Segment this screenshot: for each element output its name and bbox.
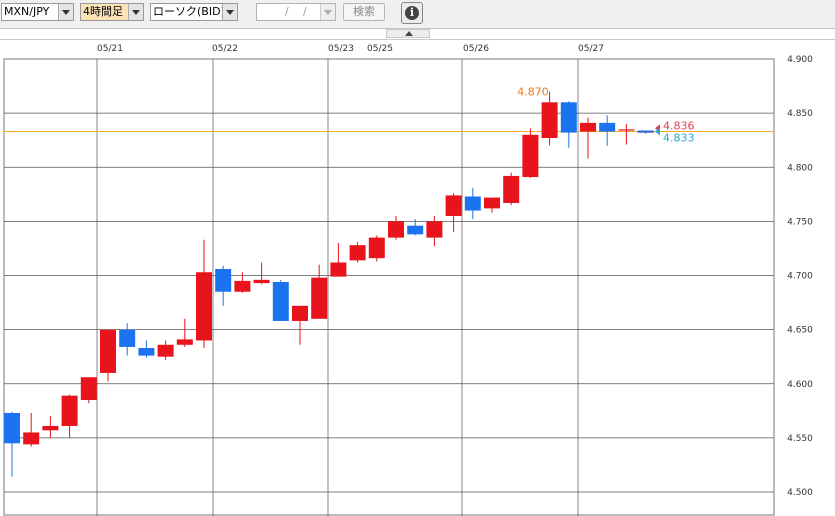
candle-body [42, 425, 59, 431]
candle-body [330, 262, 347, 277]
candle-body [272, 281, 289, 321]
x-tick-label: 05/22 [212, 44, 238, 54]
candle-body [61, 395, 78, 426]
candle-body [599, 122, 616, 132]
candle-body [4, 412, 20, 444]
y-tick-label: 4.650 [787, 326, 813, 336]
candle-body [253, 279, 270, 284]
candle-body [618, 129, 635, 131]
candle-body [541, 102, 558, 139]
candle-body [234, 280, 251, 292]
candle-body [196, 272, 212, 341]
candle-body [100, 329, 116, 373]
candle-body [445, 195, 462, 216]
candle-body [311, 277, 328, 319]
candle-body [407, 225, 424, 235]
candle-body [292, 305, 308, 321]
y-tick-label: 4.600 [787, 380, 813, 390]
x-tick-label: 05/23 [328, 44, 354, 54]
y-tick-label: 4.500 [787, 488, 813, 498]
x-tick-label: 05/25 [367, 44, 393, 54]
candle-body [580, 122, 596, 132]
high-price-label: 4.870 [517, 85, 549, 98]
ask-price-label: 4.836 [663, 119, 695, 132]
bid-price-label: 4.833 [663, 132, 695, 145]
candle-body [368, 237, 385, 259]
y-tick-label: 4.850 [787, 109, 813, 119]
candle-body [23, 432, 40, 445]
y-tick-label: 4.550 [787, 434, 813, 444]
candle-body [503, 175, 520, 203]
y-tick-label: 4.800 [787, 163, 813, 173]
candle-body [349, 245, 366, 261]
candle-body [176, 339, 193, 345]
x-tick-label: 05/26 [463, 44, 489, 54]
candle-body [560, 102, 577, 133]
candle-body [522, 134, 539, 177]
candlestick-chart: 05/21 05/22 05/23 05/25 05/26 05/27 4.900 4.850… [0, 39, 835, 516]
candle-body [119, 329, 136, 347]
candle-body [157, 344, 174, 357]
y-tick-label: 4.750 [787, 217, 813, 227]
x-tick-label: 05/21 [97, 44, 123, 54]
y-tick-label: 4.700 [787, 272, 813, 282]
candle-body [484, 197, 500, 209]
candle-body [426, 221, 443, 238]
candle-body [80, 377, 97, 400]
x-tick-label: 05/27 [578, 44, 604, 54]
candle-body [464, 196, 481, 211]
candle-body [388, 221, 404, 238]
candle-body [215, 269, 232, 292]
candle-body [138, 348, 155, 356]
chart-top-border [0, 39, 835, 40]
y-tick-label: 4.900 [787, 55, 813, 65]
